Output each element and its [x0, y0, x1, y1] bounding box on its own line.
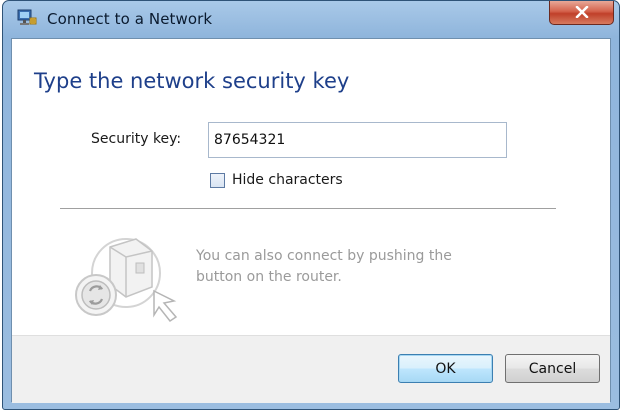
- wps-hint-text: You can also connect by pushing the butt…: [196, 248, 452, 285]
- dialog-body: Type the network security key Security k…: [11, 38, 611, 403]
- router-push-button-icon: [66, 229, 192, 325]
- hide-characters-label[interactable]: Hide characters: [232, 172, 343, 188]
- hide-characters-checkbox[interactable]: [210, 173, 225, 188]
- ok-button[interactable]: OK: [398, 354, 493, 383]
- title-bar[interactable]: Connect to a Network: [3, 1, 619, 39]
- close-icon: [575, 3, 589, 22]
- security-key-input[interactable]: [208, 122, 507, 158]
- divider: [60, 208, 556, 209]
- page-title: Type the network security key: [34, 69, 350, 93]
- cancel-button[interactable]: Cancel: [505, 354, 600, 383]
- button-bar: OK Cancel: [12, 335, 610, 403]
- window-title: Connect to a Network: [47, 10, 213, 28]
- security-key-label: Security key:: [91, 131, 182, 147]
- network-icon: [17, 9, 37, 27]
- connect-to-network-dialog: Connect to a Network Type the network se…: [2, 0, 620, 410]
- close-button[interactable]: [549, 1, 614, 25]
